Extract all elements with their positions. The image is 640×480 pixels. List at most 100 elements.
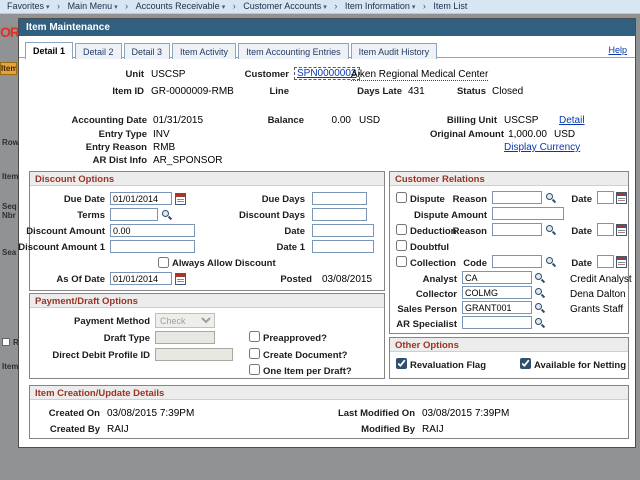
display-currency-link[interactable]: Display Currency <box>504 142 580 153</box>
caret-down-icon: ▾ <box>323 4 327 11</box>
dispute-label: Dispute <box>410 194 445 205</box>
payment-method-label: Payment Method <box>74 316 150 327</box>
entry-type-value: INV <box>153 129 170 140</box>
billing-unit-label: Billing Unit <box>447 115 497 126</box>
one-item-per-draft-checkbox[interactable] <box>249 364 260 375</box>
collection-code-input[interactable] <box>492 255 542 268</box>
terms-input[interactable] <box>110 208 158 221</box>
revaluation-flag-label: Revaluation Flag <box>410 360 486 371</box>
dispute-date-input[interactable] <box>597 191 614 204</box>
payment-draft-options-group: Payment/Draft Options Payment Method Che… <box>29 293 385 379</box>
lookup-icon[interactable] <box>545 256 557 268</box>
doubtful-checkbox[interactable] <box>396 240 407 251</box>
caret-down-icon: ▾ <box>412 4 416 11</box>
dispute-checkbox[interactable] <box>396 192 407 203</box>
ar-specialist-label: AR Specialist <box>396 319 457 330</box>
breadcrumb-label: Item Information <box>345 1 410 11</box>
tab-detail-2[interactable]: Detail 2 <box>75 43 122 59</box>
background-item-label-fragment: Item <box>2 172 18 181</box>
create-document-checkbox[interactable] <box>249 348 260 359</box>
customer-id-link[interactable]: SPN0000003 <box>294 67 360 80</box>
calendar-icon[interactable] <box>175 273 186 285</box>
lookup-icon[interactable] <box>534 302 546 314</box>
tab-item-activity[interactable]: Item Activity <box>172 43 236 59</box>
direct-debit-profile-input <box>155 348 233 361</box>
lookup-icon[interactable] <box>534 272 546 284</box>
create-document-label: Create Document? <box>263 350 347 361</box>
posted-value: 03/08/2015 <box>322 274 372 285</box>
collection-date-input[interactable] <box>597 255 614 268</box>
calendar-icon[interactable] <box>616 256 627 268</box>
item-id-value: GR-0000009-RMB <box>151 86 234 97</box>
discount-amount1-input[interactable] <box>110 240 195 253</box>
breadcrumb-item-favorites[interactable]: Favorites▾ <box>5 1 52 11</box>
collection-checkbox[interactable] <box>396 256 407 267</box>
help-link[interactable]: Help <box>608 45 627 55</box>
date1-input[interactable] <box>312 240 374 253</box>
breadcrumb-item-customer-accounts[interactable]: Customer Accounts▾ <box>241 1 329 11</box>
discount-amount1-label: Discount Amount 1 <box>18 242 105 253</box>
calendar-icon[interactable] <box>616 192 627 204</box>
breadcrumb-item-accounts-receivable[interactable]: Accounts Receivable▾ <box>134 1 228 11</box>
analyst-description: Credit Analyst <box>570 274 632 285</box>
background-nbr-label-fragment: Nbr <box>2 211 16 220</box>
one-item-per-draft-label: One Item per Draft? <box>263 366 352 377</box>
lookup-icon[interactable] <box>545 192 557 204</box>
tab-detail-3[interactable]: Detail 3 <box>124 43 171 59</box>
tab-item-audit-history[interactable]: Item Audit History <box>351 43 438 59</box>
preapproved-checkbox[interactable] <box>249 331 260 342</box>
tab-item-accounting-entries[interactable]: Item Accounting Entries <box>238 43 349 59</box>
lookup-icon[interactable] <box>534 317 546 329</box>
deduction-checkbox[interactable] <box>396 224 407 235</box>
background-search-label-fragment: Sea <box>2 248 16 257</box>
original-amount-value: 1,000.00 <box>508 129 547 140</box>
dispute-amount-input[interactable] <box>492 207 564 220</box>
created-on-value: 03/08/2015 7:39PM <box>107 408 194 419</box>
dispute-reason-input[interactable] <box>492 191 542 204</box>
ar-specialist-input[interactable] <box>462 316 532 329</box>
status-value: Closed <box>492 86 523 97</box>
original-amount-currency: USD <box>554 129 575 140</box>
discount-amount-input[interactable] <box>110 224 195 237</box>
revaluation-flag-checkbox[interactable] <box>396 358 407 369</box>
always-allow-discount-checkbox[interactable] <box>158 257 169 268</box>
analyst-input[interactable] <box>462 271 532 284</box>
deduction-date-input[interactable] <box>597 223 614 236</box>
last-modified-on-value: 03/08/2015 7:39PM <box>422 408 509 419</box>
due-date-input[interactable] <box>110 192 172 205</box>
customer-relations-title: Customer Relations <box>390 172 628 186</box>
as-of-date-label: As Of Date <box>56 274 105 285</box>
other-options-group: Other Options Revaluation Flag Available… <box>389 337 629 379</box>
calendar-icon[interactable] <box>616 224 627 236</box>
created-by-label: Created By <box>50 424 100 435</box>
lookup-icon[interactable] <box>545 224 557 236</box>
balance-currency: USD <box>359 115 380 126</box>
discount-days-input[interactable] <box>312 208 367 221</box>
payment-method-select[interactable]: Check <box>155 313 215 328</box>
as-of-date-input[interactable] <box>110 272 172 285</box>
due-date-label: Due Date <box>64 194 105 205</box>
discount-options-group: Discount Options Due Date Due Days Terms… <box>29 171 385 291</box>
date-input[interactable] <box>312 224 374 237</box>
lookup-icon[interactable] <box>534 287 546 299</box>
breadcrumb-item-item-information[interactable]: Item Information▾ <box>343 1 418 11</box>
calendar-icon[interactable] <box>175 193 186 205</box>
background-item-button-fragment: Item <box>0 62 17 75</box>
sales-person-input[interactable] <box>462 301 532 314</box>
available-for-netting-checkbox[interactable] <box>520 358 531 369</box>
tab-detail-1[interactable]: Detail 1 <box>25 42 73 59</box>
due-days-input[interactable] <box>312 192 367 205</box>
detail-link[interactable]: Detail <box>559 115 585 126</box>
customer-name[interactable]: Aiken Regional Medical Center <box>351 69 488 81</box>
other-options-title: Other Options <box>390 338 628 352</box>
deduction-reason-input[interactable] <box>492 223 542 236</box>
breadcrumb-item-item-list[interactable]: Item List <box>431 1 469 11</box>
breadcrumb-separator: › <box>54 1 63 11</box>
lookup-icon[interactable] <box>161 209 173 221</box>
collector-input[interactable] <box>462 286 532 299</box>
customer-relations-group: Customer Relations Dispute Reason Date D… <box>389 171 629 334</box>
preapproved-label: Preapproved? <box>263 333 327 344</box>
breadcrumb-separator: › <box>122 1 131 11</box>
breadcrumb-item-main-menu[interactable]: Main Menu▾ <box>66 1 120 11</box>
dispute-reason-label: Reason <box>453 194 487 205</box>
